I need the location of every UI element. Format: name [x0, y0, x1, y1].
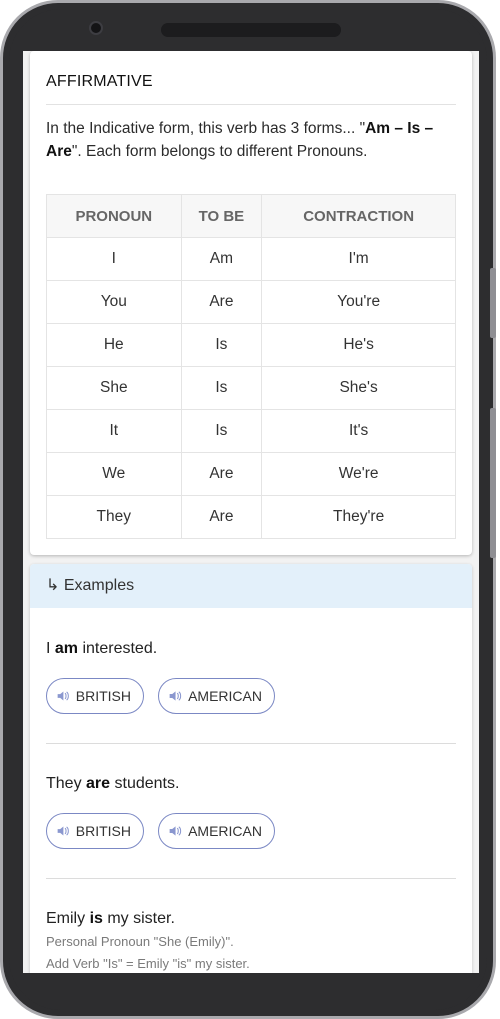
sentence-text: I — [46, 640, 55, 657]
contraction-cell: We're — [261, 452, 456, 496]
example-divider — [46, 878, 456, 879]
camera-icon — [89, 21, 103, 35]
example-sentence: I am interested. — [46, 640, 157, 658]
pronoun-cell: We — [46, 452, 182, 496]
table-row: It Is It's — [46, 409, 456, 453]
to-be-cell: Is — [180, 323, 263, 367]
intro-part1: In the Indicative form, this verb has 3 … — [46, 120, 366, 137]
pronoun-cell: It — [46, 409, 182, 453]
column-header: PRONOUN — [46, 194, 182, 238]
contraction-cell: He's — [261, 323, 456, 367]
example-sentence: Emily is my sister. — [46, 910, 175, 928]
verb-forms-table: PRONOUN TO BE CONTRACTION I Am I'm You A… — [46, 194, 456, 539]
pronoun-cell: They — [46, 495, 182, 539]
to-be-cell: Are — [180, 452, 263, 496]
subdirectory-arrow-icon: ↳ — [46, 577, 60, 594]
american-audio-button[interactable]: AMERICAN — [158, 813, 275, 849]
table-header-row: PRONOUN TO BE CONTRACTION — [46, 194, 456, 238]
american-label: AMERICAN — [188, 823, 262, 839]
british-label: BRITISH — [75, 688, 131, 704]
sentence-text: They — [46, 775, 87, 792]
table-row: He Is He's — [46, 323, 456, 367]
table-row: She Is She's — [46, 366, 456, 410]
table-row: I Am I'm — [46, 237, 456, 281]
speaker-icon — [57, 826, 69, 836]
example-sentence: They are students. — [46, 775, 179, 793]
pronoun-cell: I — [46, 237, 182, 281]
sentence-verb: is — [89, 910, 103, 927]
phone-frame: AFFIRMATIVE In the Indicative form, this… — [0, 0, 496, 1019]
pronoun-cell: You — [46, 280, 182, 324]
example-note: Personal Pronoun "She (Emily)". — [46, 934, 234, 949]
table-row: You Are You're — [46, 280, 456, 324]
contraction-cell: You're — [261, 280, 456, 324]
contraction-cell: It's — [261, 409, 456, 453]
speaker-icon — [169, 826, 182, 836]
table-row: They Are They're — [46, 495, 456, 539]
speaker-grille — [161, 23, 341, 37]
american-audio-button[interactable]: AMERICAN — [158, 678, 275, 714]
intro-part2: ". Each form belongs to different Pronou… — [71, 143, 368, 160]
speaker-icon — [57, 691, 69, 701]
to-be-cell: Are — [180, 495, 263, 539]
section-title: AFFIRMATIVE — [46, 73, 153, 90]
intro-text: In the Indicative form, this verb has 3 … — [46, 117, 458, 163]
contraction-cell: They're — [261, 495, 456, 539]
british-audio-button[interactable]: BRITISH — [46, 813, 144, 849]
power-button — [490, 408, 496, 558]
column-header: TO BE — [180, 194, 263, 238]
sentence-text: my sister. — [102, 910, 175, 927]
british-audio-button[interactable]: BRITISH — [46, 678, 144, 714]
screen: AFFIRMATIVE In the Indicative form, this… — [23, 51, 479, 973]
to-be-cell: Is — [180, 409, 263, 453]
sentence-text: students. — [110, 775, 180, 792]
examples-header[interactable]: ↳ Examples — [30, 564, 472, 608]
example-divider — [46, 743, 456, 744]
to-be-cell: Are — [180, 280, 263, 324]
contraction-cell: She's — [261, 366, 456, 410]
british-label: BRITISH — [75, 823, 131, 839]
to-be-cell: Am — [180, 237, 263, 281]
sentence-text: interested. — [78, 640, 158, 657]
to-be-cell: Is — [180, 366, 263, 410]
pronoun-cell: She — [46, 366, 182, 410]
american-label: AMERICAN — [188, 688, 262, 704]
sentence-verb: are — [86, 775, 111, 792]
example-note: Add Verb "Is" = Emily "is" my sister. — [46, 956, 250, 971]
volume-button — [490, 268, 496, 338]
table-row: We Are We're — [46, 452, 456, 496]
examples-header-label: Examples — [63, 577, 135, 594]
pronoun-cell: He — [46, 323, 182, 367]
contraction-cell: I'm — [261, 237, 456, 281]
affirmative-card: AFFIRMATIVE In the Indicative form, this… — [30, 51, 472, 555]
examples-card: ↳ Examples I am interested. BRITISH AMER… — [30, 564, 472, 973]
speaker-icon — [169, 691, 182, 701]
sentence-verb: am — [54, 640, 79, 657]
column-header: CONTRACTION — [261, 194, 456, 238]
sentence-text: Emily — [46, 910, 90, 927]
title-divider — [46, 104, 456, 105]
